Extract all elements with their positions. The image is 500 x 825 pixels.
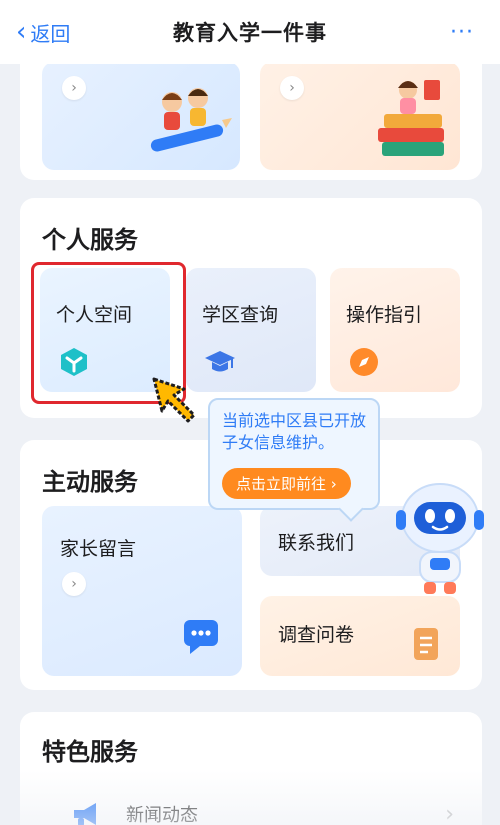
back-button[interactable]: ‹ 返回 xyxy=(16,18,70,47)
top-bar: ‹ 返回 教育入学一件事 ··· xyxy=(0,0,500,64)
banner-left[interactable]: › xyxy=(42,62,240,170)
tile-label: 操作指引 xyxy=(346,304,423,326)
tile-label: 家长留言 xyxy=(60,538,137,560)
list-item-label: 新闻动态 xyxy=(126,805,198,825)
section-title-personal: 个人服务 xyxy=(42,226,138,254)
compass-icon xyxy=(350,348,378,376)
robot-assistant-icon[interactable] xyxy=(390,478,490,598)
chevron-right-icon: › xyxy=(62,572,86,596)
tile-label: 学区查询 xyxy=(202,304,279,326)
chevron-right-icon: › xyxy=(445,801,454,825)
message-icon xyxy=(184,620,218,654)
banner-right[interactable]: › xyxy=(260,62,460,170)
chevron-right-icon: › xyxy=(280,76,304,100)
tooltip: 当前选中区县已开放子女信息维护。 点击立即前往 › xyxy=(208,398,380,510)
tile-survey[interactable]: 调查问卷 xyxy=(260,596,460,676)
tile-label: 调查问卷 xyxy=(278,624,355,646)
go-now-button[interactable]: 点击立即前往 › xyxy=(222,468,351,499)
tile-parent-message[interactable]: 家长留言 › xyxy=(42,506,242,676)
more-options-button[interactable]: ··· xyxy=(450,20,474,45)
section-title-featured: 特色服务 xyxy=(42,738,138,766)
tile-label: 联系我们 xyxy=(278,532,355,554)
back-label: 返回 xyxy=(30,22,71,46)
reading-books-illustration xyxy=(378,80,444,156)
top-banner-section: › › xyxy=(20,50,482,180)
chevron-left-icon: ‹ xyxy=(16,16,27,47)
tile-operation-guide[interactable]: 操作指引 xyxy=(330,268,460,392)
page-title: 教育入学一件事 xyxy=(173,21,327,45)
list-item-news[interactable]: 新闻动态 › xyxy=(42,794,462,825)
document-icon xyxy=(414,628,438,660)
tile-school-district-query[interactable]: 学区查询 xyxy=(186,268,316,392)
tooltip-message: 当前选中区县已开放子女信息维护。 xyxy=(222,411,367,452)
megaphone-icon xyxy=(74,803,96,825)
pointer-arrow-icon xyxy=(152,377,196,423)
featured-services-section: 特色服务 新闻动态 › xyxy=(20,712,482,825)
graduation-cap-icon xyxy=(205,351,235,372)
chevron-right-icon: › xyxy=(62,76,86,100)
kids-on-pencil-illustration xyxy=(150,88,232,152)
section-title-active: 主动服务 xyxy=(42,468,138,496)
